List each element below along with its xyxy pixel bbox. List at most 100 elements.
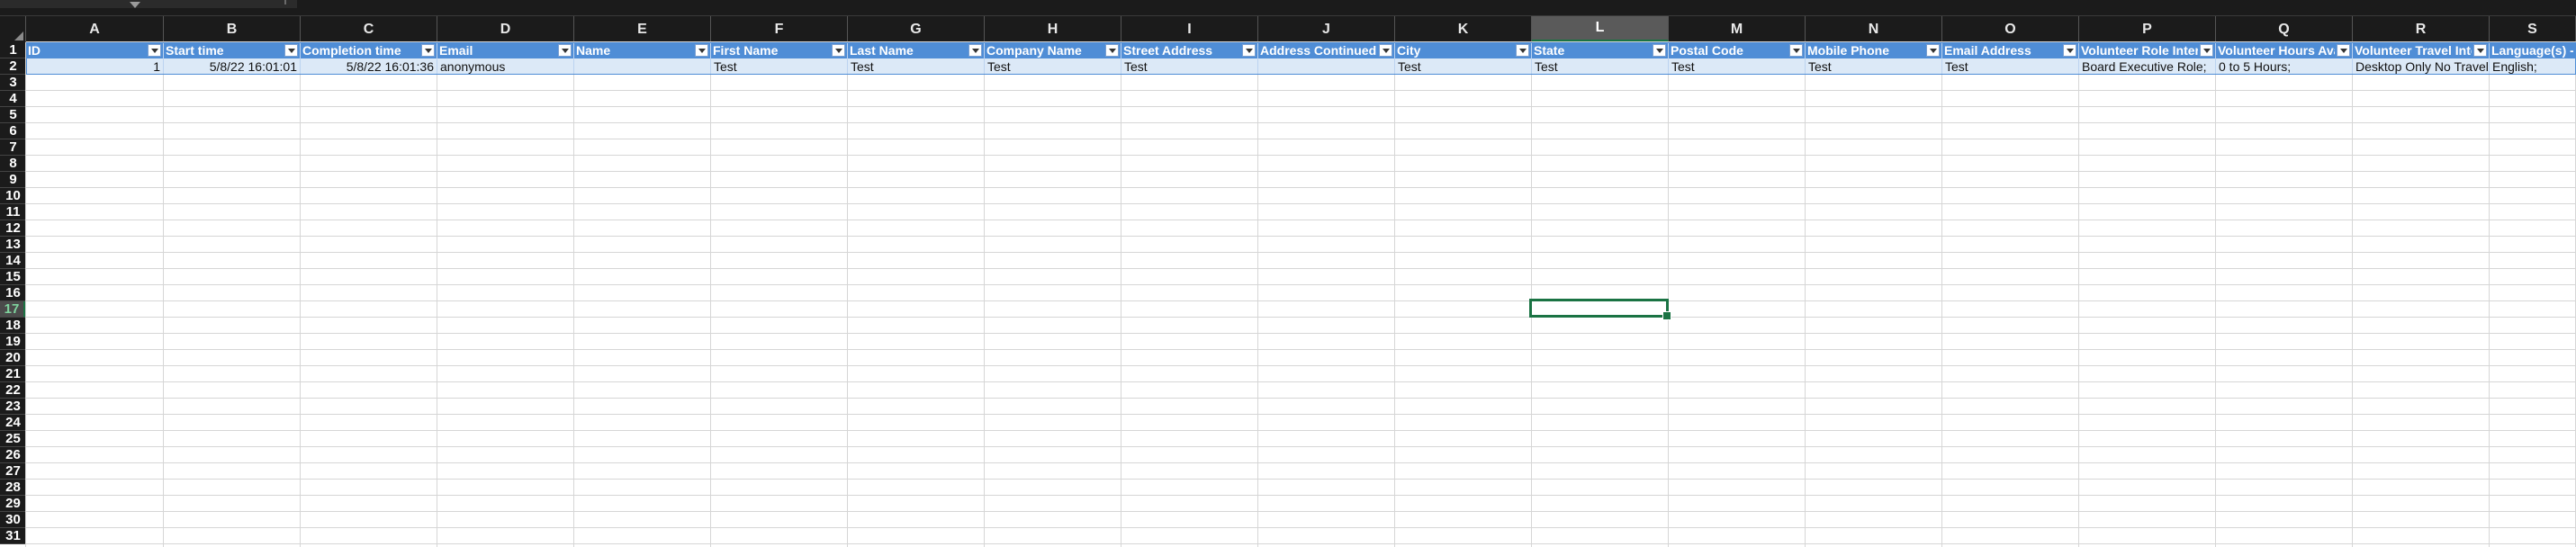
filter-dropdown-icon[interactable] bbox=[968, 44, 982, 57]
table-data-cell[interactable]: 5/8/22 16:01:36 bbox=[301, 58, 437, 75]
table-data-cell[interactable]: Test bbox=[985, 58, 1121, 75]
filter-dropdown-icon[interactable] bbox=[832, 44, 845, 57]
filter-dropdown-icon[interactable] bbox=[148, 44, 161, 57]
table-header-cell[interactable]: Company Name bbox=[985, 42, 1121, 58]
row-header-3[interactable]: 3 bbox=[0, 75, 26, 91]
column-header-L[interactable]: L bbox=[1532, 16, 1669, 42]
row-header-4[interactable]: 4 bbox=[0, 91, 26, 107]
row-header-2[interactable]: 2 bbox=[0, 58, 26, 75]
row-header-28[interactable]: 28 bbox=[0, 480, 26, 496]
table-header-cell[interactable]: Name bbox=[574, 42, 711, 58]
table-data-cell[interactable]: 5/8/22 16:01:01 bbox=[164, 58, 301, 75]
column-header-G[interactable]: G bbox=[848, 16, 985, 42]
table-data-cell[interactable]: Desktop Only No Travel bbox=[2353, 58, 2490, 75]
row-header-21[interactable]: 21 bbox=[0, 366, 26, 382]
table-data-cell[interactable]: Test bbox=[1121, 58, 1258, 75]
table-data-cell[interactable]: 1 bbox=[26, 58, 164, 75]
row-header-14[interactable]: 14 bbox=[0, 253, 26, 269]
table-data-cell[interactable]: Test bbox=[1669, 58, 1806, 75]
table-header-cell[interactable]: Email Address bbox=[1942, 42, 2079, 58]
row-header-24[interactable]: 24 bbox=[0, 415, 26, 431]
filter-dropdown-icon[interactable] bbox=[1789, 44, 1803, 57]
filter-dropdown-icon[interactable] bbox=[1653, 44, 1666, 57]
column-header-D[interactable]: D bbox=[437, 16, 574, 42]
filter-dropdown-icon[interactable] bbox=[1105, 44, 1119, 57]
column-header-M[interactable]: M bbox=[1669, 16, 1806, 42]
fill-handle[interactable] bbox=[1662, 311, 1671, 320]
row-header-23[interactable]: 23 bbox=[0, 399, 26, 415]
filter-dropdown-icon[interactable] bbox=[284, 44, 298, 57]
filter-dropdown-icon[interactable] bbox=[1516, 44, 1529, 57]
row-header-31[interactable]: 31 bbox=[0, 528, 26, 544]
selected-cell-L17[interactable] bbox=[1529, 299, 1671, 320]
row-header-18[interactable]: 18 bbox=[0, 318, 26, 334]
row-header-6[interactable]: 6 bbox=[0, 123, 26, 139]
table-header-cell[interactable]: Volunteer Role Interest bbox=[2079, 42, 2216, 58]
table-header-cell[interactable]: Last Name bbox=[848, 42, 985, 58]
table-header-cell[interactable]: ID bbox=[26, 42, 164, 58]
column-header-Q[interactable]: Q bbox=[2216, 16, 2353, 42]
table-header-cell[interactable]: Email bbox=[437, 42, 574, 58]
table-header-cell[interactable]: First Name bbox=[711, 42, 848, 58]
chevron-down-icon[interactable] bbox=[130, 2, 140, 8]
column-header-A[interactable]: A bbox=[26, 16, 164, 42]
table-data-cell[interactable]: Test bbox=[1532, 58, 1669, 75]
column-header-R[interactable]: R bbox=[2353, 16, 2490, 42]
column-header-C[interactable]: C bbox=[301, 16, 437, 42]
row-header-22[interactable]: 22 bbox=[0, 382, 26, 399]
row-header-8[interactable]: 8 bbox=[0, 156, 26, 172]
filter-dropdown-icon[interactable] bbox=[2063, 44, 2076, 57]
row-header-7[interactable]: 7 bbox=[0, 139, 26, 156]
table-header-cell[interactable]: Address Continued bbox=[1258, 42, 1395, 58]
row-header-26[interactable]: 26 bbox=[0, 447, 26, 463]
table-header-cell[interactable]: Volunteer Hours Available bbox=[2216, 42, 2353, 58]
column-header-F[interactable]: F bbox=[711, 16, 848, 42]
column-header-I[interactable]: I bbox=[1121, 16, 1258, 42]
table-header-cell[interactable]: Mobile Phone bbox=[1806, 42, 1942, 58]
table-data-cell[interactable]: Test bbox=[711, 58, 848, 75]
select-all-corner[interactable] bbox=[0, 16, 26, 42]
table-header-cell[interactable]: City bbox=[1395, 42, 1532, 58]
table-header-cell[interactable]: Volunteer Travel Interest bbox=[2353, 42, 2490, 58]
row-header-25[interactable]: 25 bbox=[0, 431, 26, 447]
column-header-B[interactable]: B bbox=[164, 16, 301, 42]
filter-dropdown-icon[interactable] bbox=[421, 44, 435, 57]
row-header-19[interactable]: 19 bbox=[0, 334, 26, 350]
table-data-cell[interactable]: Test bbox=[1942, 58, 2079, 75]
column-header-K[interactable]: K bbox=[1395, 16, 1532, 42]
table-data-cell[interactable] bbox=[574, 58, 711, 75]
row-header-27[interactable]: 27 bbox=[0, 463, 26, 480]
row-header-30[interactable]: 30 bbox=[0, 512, 26, 528]
column-header-O[interactable]: O bbox=[1942, 16, 2079, 42]
table-data-cell[interactable]: Test bbox=[848, 58, 985, 75]
filter-dropdown-icon[interactable] bbox=[2337, 44, 2350, 57]
row-header-16[interactable]: 16 bbox=[0, 285, 26, 301]
table-data-cell[interactable]: Test bbox=[1806, 58, 1942, 75]
filter-dropdown-icon[interactable] bbox=[1379, 44, 1392, 57]
row-header-1[interactable]: 1 bbox=[0, 42, 26, 58]
row-header-12[interactable]: 12 bbox=[0, 220, 26, 237]
column-header-S[interactable]: S bbox=[2490, 16, 2576, 42]
filter-dropdown-icon[interactable] bbox=[1926, 44, 1940, 57]
row-header-29[interactable]: 29 bbox=[0, 496, 26, 512]
table-header-cell[interactable]: Start time bbox=[164, 42, 301, 58]
column-header-P[interactable]: P bbox=[2079, 16, 2216, 42]
filter-dropdown-icon[interactable] bbox=[2473, 44, 2487, 57]
name-box-area[interactable] bbox=[0, 0, 297, 8]
column-header-E[interactable]: E bbox=[574, 16, 711, 42]
filter-dropdown-icon[interactable] bbox=[2200, 44, 2213, 57]
table-data-cell[interactable]: Board Executive Role; bbox=[2079, 58, 2216, 75]
table-data-cell[interactable]: Test bbox=[1395, 58, 1532, 75]
row-header-17[interactable]: 17 bbox=[0, 301, 26, 318]
table-header-cell[interactable]: Street Address bbox=[1121, 42, 1258, 58]
column-header-J[interactable]: J bbox=[1258, 16, 1395, 42]
row-header-9[interactable]: 9 bbox=[0, 172, 26, 188]
filter-dropdown-icon[interactable] bbox=[558, 44, 572, 57]
filter-dropdown-icon[interactable] bbox=[695, 44, 708, 57]
table-data-cell[interactable]: anonymous bbox=[437, 58, 574, 75]
table-header-cell[interactable]: Postal Code bbox=[1669, 42, 1806, 58]
filter-dropdown-icon[interactable] bbox=[1242, 44, 1256, 57]
table-data-cell[interactable]: English; bbox=[2490, 58, 2576, 75]
table-data-cell[interactable] bbox=[1258, 58, 1395, 75]
column-header-H[interactable]: H bbox=[985, 16, 1121, 42]
